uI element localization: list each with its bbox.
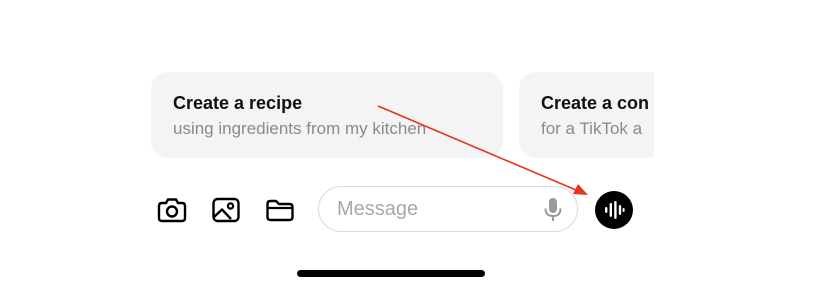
suggestion-subtitle: using ingredients from my kitchen	[173, 119, 427, 138]
camera-icon	[157, 198, 187, 223]
suggestion-carousel: Create a recipe using ingredients from m…	[0, 0, 654, 305]
image-icon	[212, 197, 240, 223]
voice-mode-button[interactable]	[595, 191, 633, 229]
suggestion-subtitle: for a TikTok a	[541, 119, 643, 138]
voice-waveform-icon	[605, 201, 625, 219]
microphone-icon[interactable]	[543, 197, 563, 223]
suggestion-card-create-content[interactable]: Create a con for a TikTok a	[519, 72, 654, 158]
photo-library-button[interactable]	[210, 194, 242, 226]
message-composer	[318, 186, 578, 232]
home-indicator[interactable]	[297, 270, 485, 277]
files-button[interactable]	[264, 194, 296, 226]
suggestion-card-create-recipe[interactable]: Create a recipe using ingredients from m…	[151, 72, 503, 158]
camera-button[interactable]	[156, 194, 188, 226]
suggestion-title: Create a con	[541, 93, 650, 113]
message-input[interactable]	[337, 196, 527, 222]
folder-icon	[266, 199, 294, 222]
suggestion-title: Create a recipe	[173, 93, 303, 113]
